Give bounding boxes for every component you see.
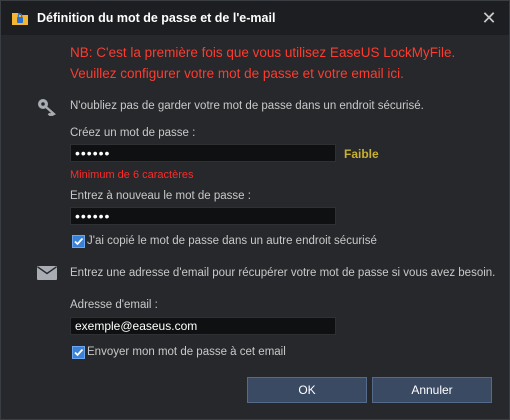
password-safety-hint: N'oubliez pas de garder votre mot de pas… [70,100,424,112]
envelope-icon [37,266,57,285]
confirm-password-label: Entrez à nouveau le mot de passe : [70,190,251,202]
email-address-label: Adresse d'email : [70,299,158,311]
close-icon[interactable]: ✕ [479,8,499,28]
first-use-note-line1: NB: C'est la première fois que vous util… [70,45,456,60]
lock-folder-icon [11,9,29,27]
send-password-email-label: Envoyer mon mot de passe à cet email [87,346,286,358]
copied-password-checkbox[interactable] [72,235,85,248]
first-use-note-line2: Veuillez configurer votre mot de passe e… [70,66,404,81]
send-password-email-checkbox[interactable] [72,346,85,359]
password-email-dialog: Définition du mot de passe et de l'e-mai… [0,0,510,420]
password-length-error: Minimum de 6 caractères [70,169,194,181]
key-icon [37,98,57,121]
copied-password-label: J'ai copié le mot de passe dans un autre… [87,235,377,247]
create-password-label: Créez un mot de passe : [70,127,196,139]
title-bar: Définition du mot de passe et de l'e-mai… [1,1,509,35]
password-strength-indicator: Faible [344,147,379,161]
create-password-input[interactable] [70,144,336,162]
confirm-password-input[interactable] [70,207,336,225]
cancel-button[interactable]: Annuler [372,377,492,403]
email-input[interactable] [70,317,336,335]
email-recovery-hint: Entrez une adresse d'email pour récupére… [70,267,496,279]
ok-button[interactable]: OK [247,377,367,403]
window-title: Définition du mot de passe et de l'e-mai… [37,11,276,25]
